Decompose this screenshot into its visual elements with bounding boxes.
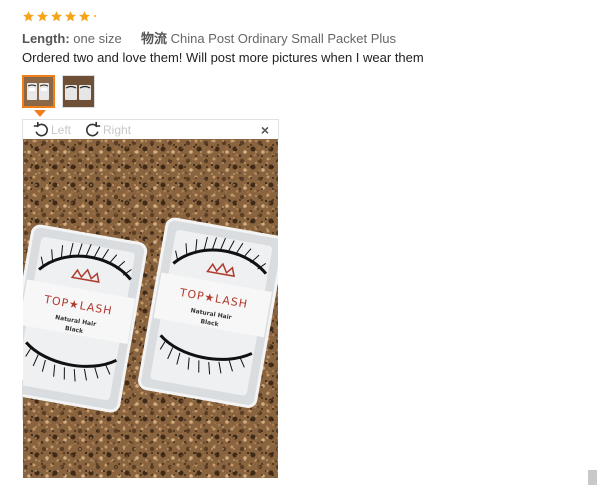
photo-viewer: Left Right × TOP★LASH Natural Hair Black… [22, 119, 279, 479]
length-value: one size [73, 31, 122, 46]
photo-thumbnail[interactable] [22, 75, 55, 108]
star-icon [65, 10, 76, 21]
star-icon [37, 10, 48, 21]
rotate-left-icon [33, 121, 48, 136]
photo-thumbnails [22, 75, 95, 108]
rotate-left-label: Left [51, 122, 72, 137]
rotate-left-button[interactable]: Left [33, 121, 72, 138]
star-icon [23, 10, 34, 21]
shipping-value: China Post Ordinary Small Packet Plus [170, 31, 397, 46]
scrollbar-thumb[interactable] [588, 470, 597, 485]
shipping-key: 物流 [140, 31, 167, 46]
rotate-right-icon [86, 121, 101, 136]
rating-dot [94, 15, 96, 17]
rotate-right-button[interactable]: Right [85, 121, 132, 138]
review-meta: Length: one size 物流 China Post Ordinary … [22, 28, 396, 47]
rotate-right-label: Right [103, 122, 132, 137]
length-key: Length: [22, 31, 70, 46]
close-icon[interactable]: × [261, 122, 269, 138]
star-icon [51, 10, 62, 21]
review-photo: TOP★LASH Natural Hair Black TOP★LASH Nat… [23, 139, 278, 478]
active-thumbnail-caret [34, 110, 46, 117]
review-text: Ordered two and love them! Will post mor… [22, 50, 424, 65]
photo-thumbnail[interactable] [62, 75, 95, 108]
star-icon [79, 10, 90, 21]
rating-stars [22, 9, 96, 23]
viewer-edge [22, 380, 23, 420]
viewer-toolbar: Left Right × [22, 119, 279, 140]
